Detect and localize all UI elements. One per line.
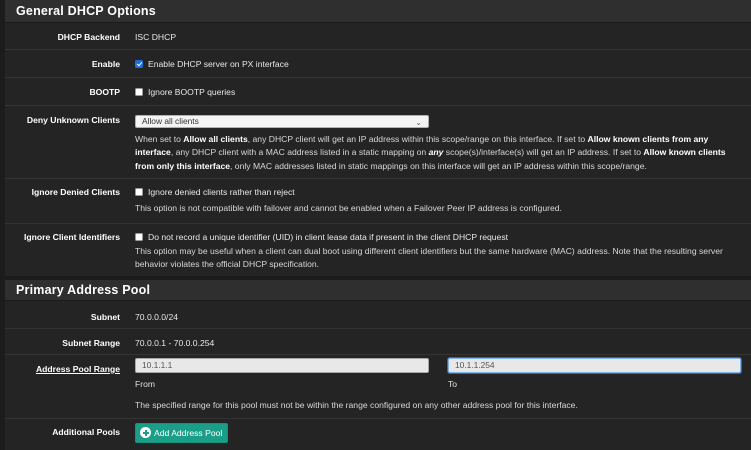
primary-address-pool-heading: Primary Address Pool xyxy=(5,280,751,301)
ignore-client-identifiers-label: Ignore Client Identifiers xyxy=(24,232,120,242)
address-pool-range-cell: 10.1.1.1 10.1.1.254 From To The specifie… xyxy=(135,358,741,416)
subnet-value: 70.0.0.0/24 xyxy=(135,312,179,322)
pool-range-to-input[interactable]: 10.1.1.254 xyxy=(448,358,741,373)
additional-pools-row: Additional Pools Add Address Pool xyxy=(5,418,751,450)
dhcp-backend-row: DHCP Backend ISC DHCP xyxy=(5,24,751,48)
pool-range-from-input[interactable]: 10.1.1.1 xyxy=(135,358,429,373)
ignore-denied-clients-help: This option is not compatible with failo… xyxy=(135,203,562,213)
deny-unknown-clients-help: When set to Allow all clients, any DHCP … xyxy=(135,134,726,171)
ignore-client-identifiers-checkbox-label: Do not record a unique identifier (UID) … xyxy=(148,232,509,242)
ignore-client-identifiers-row: Ignore Client Identifiers Do not record … xyxy=(5,223,751,276)
subnet-range-row: Subnet Range 70.0.0.1 - 70.0.0.254 xyxy=(5,328,751,353)
general-dhcp-options-panel: General DHCP Options DHCP Backend ISC DH… xyxy=(5,0,751,276)
ignore-denied-clients-cell: Ignore denied clients rather than reject… xyxy=(135,186,741,215)
deny-unknown-clients-label: Deny Unknown Clients xyxy=(26,115,120,125)
ignore-denied-clients-checkbox-label: Ignore denied clients rather than reject xyxy=(148,187,295,197)
add-address-pool-button-label: Add Address Pool xyxy=(154,428,223,438)
subnet-range-cell: 70.0.0.1 - 70.0.0.254 xyxy=(135,338,741,348)
subnet-label: Subnet xyxy=(90,312,120,322)
ignore-denied-clients-checkbox[interactable] xyxy=(135,188,143,196)
bootp-label: BOOTP xyxy=(89,87,120,97)
deny-unknown-clients-selected: Allow all clients xyxy=(142,116,199,126)
pool-range-from-label: From xyxy=(135,379,156,389)
subnet-range-label: Subnet Range xyxy=(62,338,120,348)
enable-row: Enable Enable DHCP server on PX interfac… xyxy=(5,49,751,76)
subnet-cell: 70.0.0.0/24 xyxy=(135,312,741,322)
bootp-cell: Ignore BOOTP queries xyxy=(135,87,741,97)
pool-range-to-label: To xyxy=(448,379,458,389)
pool-range-help: The specified range for this pool must n… xyxy=(135,400,578,410)
chevron-down-icon: ⌄ xyxy=(415,118,422,127)
enable-checkbox[interactable] xyxy=(135,60,143,68)
add-address-pool-button[interactable]: Add Address Pool xyxy=(135,423,228,443)
general-dhcp-options-heading: General DHCP Options xyxy=(5,0,751,23)
primary-address-pool-panel: Primary Address Pool Subnet 70.0.0.0/24 … xyxy=(5,280,751,450)
bootp-checkbox-label: Ignore BOOTP queries xyxy=(148,87,236,97)
deny-unknown-clients-select[interactable]: Allow all clients ⌄ xyxy=(135,115,429,128)
dhcp-backend-cell: ISC DHCP xyxy=(135,32,741,42)
enable-checkbox-label: Enable DHCP server on PX interface xyxy=(148,59,289,69)
additional-pools-label: Additional Pools xyxy=(52,427,120,437)
address-pool-range-row: Address Pool Range 10.1.1.1 10.1.1.254 F… xyxy=(5,354,751,417)
ignore-client-identifiers-checkbox[interactable] xyxy=(135,233,143,241)
ignore-denied-clients-row: Ignore Denied Clients Ignore denied clie… xyxy=(5,178,751,222)
ignore-client-identifiers-cell: Do not record a unique identifier (UID) … xyxy=(135,231,741,272)
enable-label: Enable xyxy=(91,59,120,69)
additional-pools-cell: Add Address Pool xyxy=(135,423,741,445)
dhcp-backend-label: DHCP Backend xyxy=(57,32,120,42)
bootp-checkbox[interactable] xyxy=(135,88,143,96)
ignore-denied-clients-label: Ignore Denied Clients xyxy=(31,187,120,197)
bootp-row: BOOTP Ignore BOOTP queries xyxy=(5,77,751,104)
ignore-client-identifiers-help: This option may be useful when a client … xyxy=(135,246,723,270)
subnet-range-value: 70.0.0.1 - 70.0.0.254 xyxy=(135,338,215,348)
deny-unknown-clients-row: Deny Unknown Clients Allow all clients ⌄… xyxy=(5,105,751,177)
deny-unknown-clients-cell: Allow all clients ⌄ When set to Allow al… xyxy=(135,115,741,175)
address-pool-range-label[interactable]: Address Pool Range xyxy=(36,364,120,374)
enable-cell: Enable DHCP server on PX interface xyxy=(135,59,741,69)
dhcp-backend-value: ISC DHCP xyxy=(135,32,177,42)
plus-circle-icon xyxy=(140,427,151,438)
subnet-row: Subnet 70.0.0.0/24 xyxy=(5,302,751,327)
